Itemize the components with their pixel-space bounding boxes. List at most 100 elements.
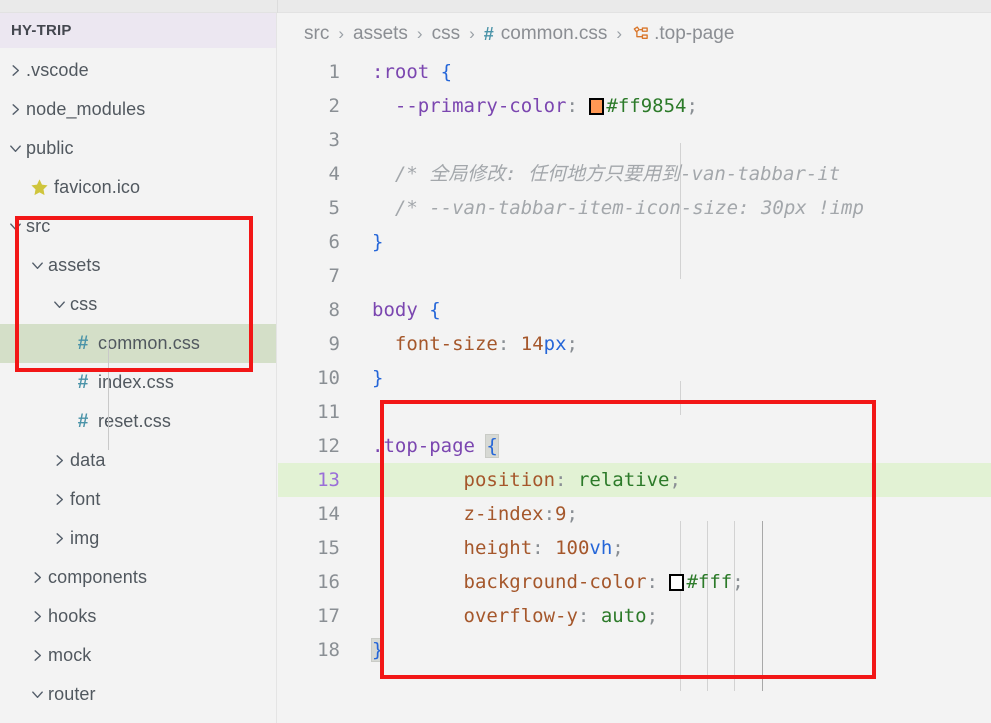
code-line[interactable]: 10} (278, 361, 991, 395)
tree-item-label: mock (48, 645, 91, 666)
chevron-down-icon[interactable] (4, 219, 26, 234)
chevron-right-icon[interactable] (4, 102, 26, 117)
code-line[interactable]: 6} (278, 225, 991, 259)
chevron-down-icon[interactable] (4, 141, 26, 156)
tree-item-hooks[interactable]: hooks (0, 597, 276, 636)
breadcrumb-item-assets[interactable]: assets (353, 23, 408, 45)
color-swatch[interactable] (589, 98, 604, 115)
vscode-window: HY-TRIP .vscode node_modulespublicfavicon… (0, 0, 991, 723)
tree-item-components[interactable]: components (0, 558, 276, 597)
code-line[interactable]: 8body { (278, 293, 991, 327)
chevron-right-icon[interactable] (4, 63, 26, 78)
line-number: 18 (278, 633, 340, 667)
code-line[interactable]: 15 height: 100vh; (278, 531, 991, 565)
line-number: 6 (278, 225, 340, 259)
chevron-down-icon[interactable] (26, 687, 48, 702)
code-space (589, 605, 600, 627)
code-space (372, 571, 464, 593)
line-number: 3 (278, 123, 340, 157)
color-swatch[interactable] (669, 574, 684, 591)
code-line[interactable]: 2 --primary-color: #ff9854; (278, 89, 991, 123)
code-space (578, 95, 589, 117)
code-line[interactable]: 5 /* --van-tabbar-item-icon-size: 30px !… (278, 191, 991, 225)
breadcrumb-item-common-css[interactable]: common.css (501, 23, 608, 45)
tree-item-label: font (70, 489, 100, 510)
tree-item-favicon-ico[interactable]: favicon.ico (0, 168, 276, 207)
tree-item-label: node_modules (26, 99, 145, 120)
code-token: { (429, 299, 440, 321)
tree-item-data[interactable]: data (0, 441, 276, 480)
code-token: ; (732, 571, 743, 593)
code-editor[interactable]: 1:root {2 --primary-color: #ff9854;34 /*… (278, 55, 991, 667)
tree-item-node-modules[interactable]: node_modules (0, 90, 276, 129)
breadcrumb-item-css[interactable]: css (432, 23, 461, 45)
tree-item-public[interactable]: public (0, 129, 276, 168)
tree-item-font[interactable]: font (0, 480, 276, 519)
tree-item-label: components (48, 567, 147, 588)
tree-item-css[interactable]: css (0, 285, 276, 324)
line-content: /* --van-tabbar-item-icon-size: 30px !im… (372, 191, 864, 225)
code-token: : (647, 571, 658, 593)
bracket-match-close: } (372, 639, 383, 661)
workspace-title: HY-TRIP (11, 22, 72, 39)
code-token: #fff (686, 571, 732, 593)
code-line[interactable]: 9 font-size: 14px; (278, 327, 991, 361)
line-content: :root { (372, 55, 452, 89)
tree-item-img[interactable]: img (0, 519, 276, 558)
line-number: 11 (278, 395, 340, 429)
tree-item-reset-css[interactable]: #reset.css (0, 402, 276, 441)
breadcrumb-item-src[interactable]: src (304, 23, 329, 45)
code-line[interactable]: 1:root { (278, 55, 991, 89)
line-content: font-size: 14px; (372, 327, 578, 361)
code-line[interactable]: 14 z-index:9; (278, 497, 991, 531)
tree-item-label: router (48, 684, 96, 705)
tree-item-label: .vscode (26, 60, 89, 81)
code-line[interactable]: 4 /* 全局修改: 任何地方只要用到-van-tabbar-it (278, 157, 991, 191)
tree-item-assets[interactable]: assets (0, 246, 276, 285)
code-line[interactable]: 13 position: relative; (278, 463, 991, 497)
tree-item-index-css[interactable]: #index.css (0, 363, 276, 402)
tree-item-label: img (70, 528, 99, 549)
code-token: ; (669, 469, 680, 491)
tree-item-router[interactable]: router (0, 675, 276, 714)
css-hash-icon: # (70, 334, 96, 353)
code-line[interactable]: 17 overflow-y: auto; (278, 599, 991, 633)
css-hash-icon: # (70, 412, 96, 431)
code-token: relative (578, 469, 670, 491)
line-number: 7 (278, 259, 340, 293)
code-token: : (555, 469, 566, 491)
code-line[interactable]: 11 (278, 395, 991, 429)
code-token: font-size (395, 333, 498, 355)
chevron-down-icon[interactable] (26, 258, 48, 273)
line-content: } (372, 361, 383, 395)
titlebar-divider (277, 0, 278, 13)
chevron-down-icon[interactable] (48, 297, 70, 312)
tree-item-src[interactable]: src (0, 207, 276, 246)
chevron-right-icon[interactable] (48, 453, 70, 468)
code-line[interactable]: 16 background-color: #fff; (278, 565, 991, 599)
code-token: ; (647, 605, 658, 627)
line-content: z-index:9; (372, 497, 578, 531)
code-space (658, 571, 669, 593)
breadcrumb-item--top-page[interactable]: .top-page (654, 23, 734, 45)
tree-item-label: css (70, 294, 97, 315)
code-line[interactable]: 3 (278, 123, 991, 157)
code-token: .top-page (372, 435, 475, 457)
tree-item-mock[interactable]: mock (0, 636, 276, 675)
file-tree: .vscode node_modulespublicfavicon.icosrca… (0, 48, 276, 714)
chevron-right-icon[interactable] (26, 609, 48, 624)
code-line[interactable]: 7 (278, 259, 991, 293)
code-line[interactable]: 18} (278, 633, 991, 667)
tree-item--vscode[interactable]: .vscode (0, 51, 276, 90)
code-line[interactable]: 12.top-page { (278, 429, 991, 463)
code-token: auto (601, 605, 647, 627)
breadcrumb-separator: › (616, 24, 622, 44)
css-hash-icon: # (70, 373, 96, 392)
explorer-header[interactable]: HY-TRIP (0, 13, 276, 48)
chevron-right-icon[interactable] (26, 648, 48, 663)
chevron-right-icon[interactable] (48, 531, 70, 546)
tree-item-common-css[interactable]: #common.css (0, 324, 276, 363)
chevron-right-icon[interactable] (48, 492, 70, 507)
chevron-right-icon[interactable] (26, 570, 48, 585)
line-content: height: 100vh; (372, 531, 624, 565)
